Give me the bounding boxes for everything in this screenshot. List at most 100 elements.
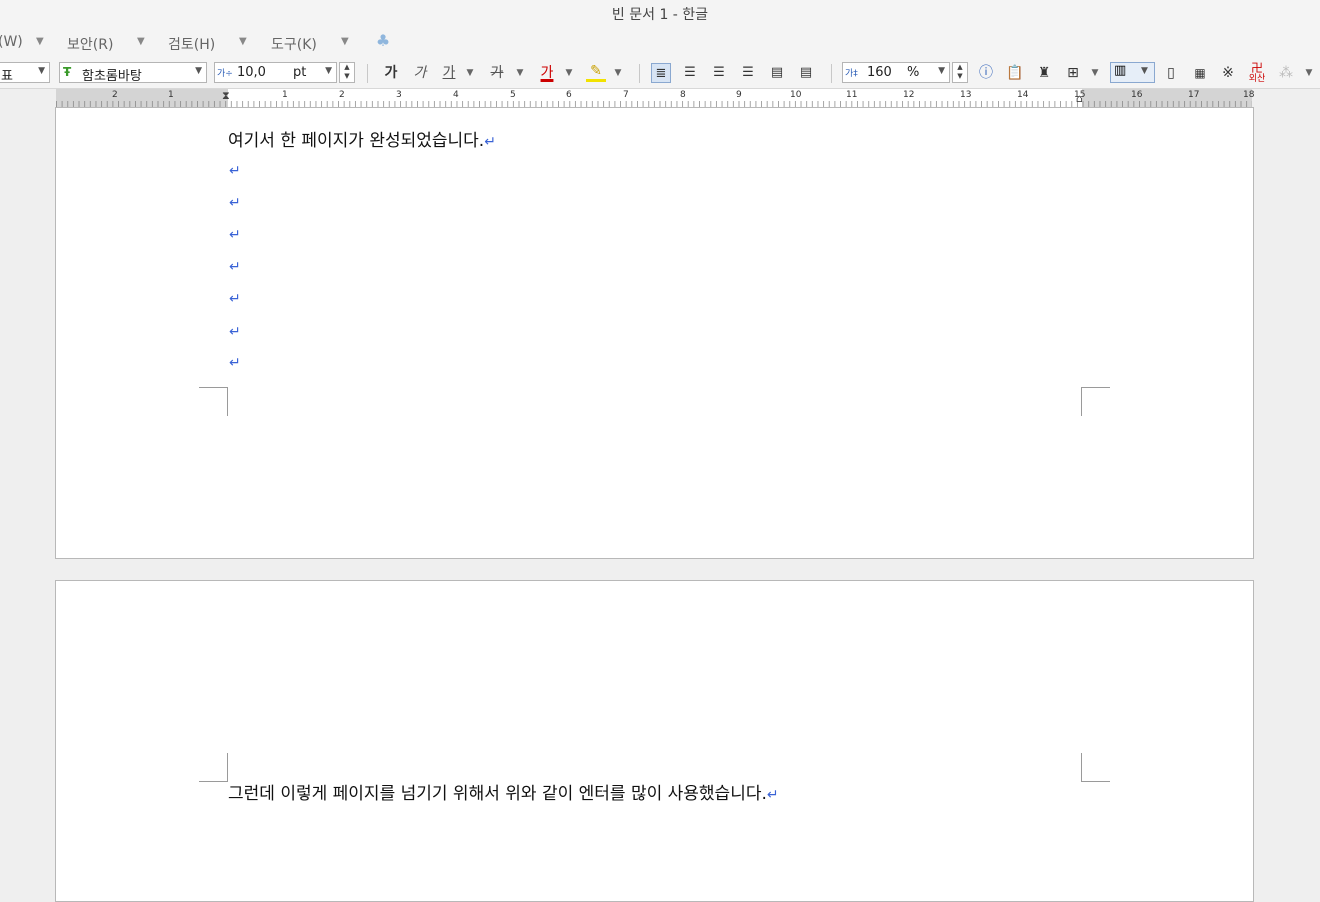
toolbar-separator	[367, 64, 368, 83]
more-icon[interactable]: ⁂	[1276, 63, 1296, 83]
ruler-label: 5	[510, 90, 516, 100]
font-combo[interactable]: Ŧ 함초롬바탕 ▼	[59, 62, 207, 84]
line-spacing-icon: 가‡	[845, 69, 858, 79]
line-spacing-value: 160	[867, 65, 892, 80]
line-spacing-unit: %	[907, 65, 920, 80]
line-spacing-spinner[interactable]: ▲ ▼	[952, 62, 968, 83]
align-distribute-icon[interactable]: ▤	[767, 63, 787, 83]
style-icon[interactable]: ♜	[1034, 63, 1054, 83]
toolbar-separator	[831, 64, 832, 83]
paragraph-mark-icon: ↵	[229, 195, 241, 211]
right-indent-marker-icon[interactable]: ⌂	[1076, 92, 1083, 105]
paragraph-mark-icon: ↵	[484, 134, 496, 150]
menu-window-arrow-icon[interactable]: ▼	[36, 36, 44, 47]
style-value: 표	[1, 69, 13, 84]
reference-mark-icon[interactable]: ※	[1218, 63, 1238, 83]
margin-corner-tr	[1081, 753, 1110, 782]
window-title: 빈 문서 1 - 한글	[611, 7, 709, 23]
hanja-label: 외산	[1248, 74, 1266, 84]
highlight-dropdown-icon[interactable]: ▼	[613, 63, 623, 83]
columns-dropdown-icon[interactable]: ▼	[1141, 66, 1148, 76]
italic-button[interactable]: 가	[410, 63, 430, 83]
paragraph-mark-icon: ↵	[229, 163, 241, 179]
line-spacing-combo[interactable]: 가‡ 160 % ▼	[842, 62, 950, 83]
ruler-label: 1	[282, 90, 288, 100]
font-size-combo[interactable]: 가÷ 10,0 pt ▼	[214, 62, 337, 83]
paragraph-mark-icon: ↵	[229, 227, 241, 243]
horizontal-ruler[interactable]: 2 1 1 2 3 4 5 6 7 8 9 10 11 12 13 14 15 …	[56, 89, 1254, 108]
menu-item-tools[interactable]: 도구(K)	[271, 34, 317, 54]
ruler-label: 12	[903, 90, 915, 100]
grid-icon[interactable]: ▦	[1190, 63, 1210, 83]
help-people-icon[interactable]: ♣	[373, 31, 393, 51]
font-size-unit: pt	[293, 65, 307, 80]
ruler-label: 10	[790, 90, 802, 100]
strikethrough-dropdown-icon[interactable]: ▼	[515, 63, 525, 83]
ruler-label: 2	[339, 90, 345, 100]
bold-button[interactable]: 가	[381, 63, 401, 83]
font-size-icon: 가÷	[217, 69, 233, 79]
ruler-label: 16	[1131, 90, 1143, 100]
strikethrough-button[interactable]: 가	[487, 63, 507, 83]
hanja-convert-icon[interactable]: 卍 외산	[1247, 61, 1267, 84]
ruler-label: 4	[453, 90, 459, 100]
font-size-dropdown-icon[interactable]: ▼	[325, 66, 332, 76]
menu-security-arrow-icon[interactable]: ▼	[137, 36, 145, 47]
columns-button[interactable]: ▥ ▼	[1110, 62, 1155, 83]
ruler-label: 8	[680, 90, 686, 100]
paragraph-mark-icon: ↵	[229, 291, 241, 307]
menu-tools-arrow-icon[interactable]: ▼	[341, 36, 349, 47]
document-page-2[interactable]	[55, 580, 1254, 902]
paragraph-mark-icon: ↵	[229, 355, 241, 371]
ruler-label: 13	[960, 90, 972, 100]
ruler-label: 7	[623, 90, 629, 100]
page1-text: 여기서 한 페이지가 완성되었습니다.	[228, 131, 485, 151]
align-right-icon[interactable]: ☰	[738, 63, 758, 83]
align-justify-icon[interactable]: ≣	[651, 63, 671, 83]
page1-paragraph[interactable]: 여기서 한 페이지가 완성되었습니다.↵	[228, 126, 496, 151]
align-left-icon[interactable]: ☰	[680, 63, 700, 83]
paragraph-mark-icon: ↵	[229, 259, 241, 275]
font-color-button[interactable]: 가	[537, 63, 557, 83]
style-dropdown-icon[interactable]: ▼	[38, 66, 45, 76]
menu-item-window[interactable]: (W)	[0, 34, 23, 50]
truetype-font-icon: Ŧ	[63, 65, 72, 79]
font-size-spinner[interactable]: ▲ ▼	[339, 62, 355, 83]
underline-button[interactable]: 가	[439, 63, 459, 83]
font-dropdown-icon[interactable]: ▼	[195, 66, 202, 76]
menu-item-review[interactable]: 검토(H)	[168, 34, 215, 54]
font-size-value: 10,0	[237, 65, 266, 80]
margin-corner-tl	[199, 753, 228, 782]
page2-text: 그런데 이렇게 페이지를 넘기기 위해서 위와 같이 엔터를 많이 사용했습니다…	[228, 784, 767, 804]
align-center-icon[interactable]: ☰	[709, 63, 729, 83]
columns-icon: ▥	[1114, 63, 1127, 78]
ruler-label: 14	[1017, 90, 1029, 100]
page2-paragraph[interactable]: 그런데 이렇게 페이지를 넘기기 위해서 위와 같이 엔터를 많이 사용했습니다…	[228, 779, 779, 804]
page-icon[interactable]: ▯	[1161, 63, 1181, 83]
clipboard-icon[interactable]: 📋	[1005, 63, 1025, 83]
ruler-label: 9	[736, 90, 742, 100]
margin-corner-bl	[199, 387, 228, 416]
menu-review-arrow-icon[interactable]: ▼	[239, 36, 247, 47]
line-spacing-dropdown-icon[interactable]: ▼	[938, 66, 945, 76]
info-icon[interactable]: ⓘ	[976, 63, 996, 83]
highlight-pen-icon[interactable]: ✎	[586, 63, 606, 82]
table-icon[interactable]: ⊞	[1063, 63, 1083, 83]
style-combo[interactable]: 표 ▼	[0, 62, 50, 84]
font-value: 함초롬바탕	[82, 69, 142, 84]
paragraph-mark-icon: ↵	[766, 787, 779, 803]
table-dropdown-icon[interactable]: ▼	[1090, 63, 1100, 83]
ruler-label: 17	[1188, 90, 1200, 100]
title-bar: 빈 문서 1 - 한글	[0, 0, 1320, 27]
menu-item-security[interactable]: 보안(R)	[67, 34, 113, 54]
underline-dropdown-icon[interactable]: ▼	[465, 63, 475, 83]
paragraph-mark-icon: ↵	[229, 324, 241, 340]
more-dropdown-icon[interactable]: ▼	[1304, 63, 1314, 83]
font-color-dropdown-icon[interactable]: ▼	[564, 63, 574, 83]
toolbar-separator	[639, 64, 640, 83]
align-divide-icon[interactable]: ▤	[796, 63, 816, 83]
left-indent-marker-icon[interactable]: ⧗	[222, 89, 230, 103]
ruler-label: 1	[168, 90, 174, 100]
menu-bar: (W) ▼ 보안(R) ▼ 검토(H) ▼ 도구(K) ▼ ♣	[0, 27, 1320, 58]
hanja-glyph-icon: 卍	[1250, 61, 1263, 75]
